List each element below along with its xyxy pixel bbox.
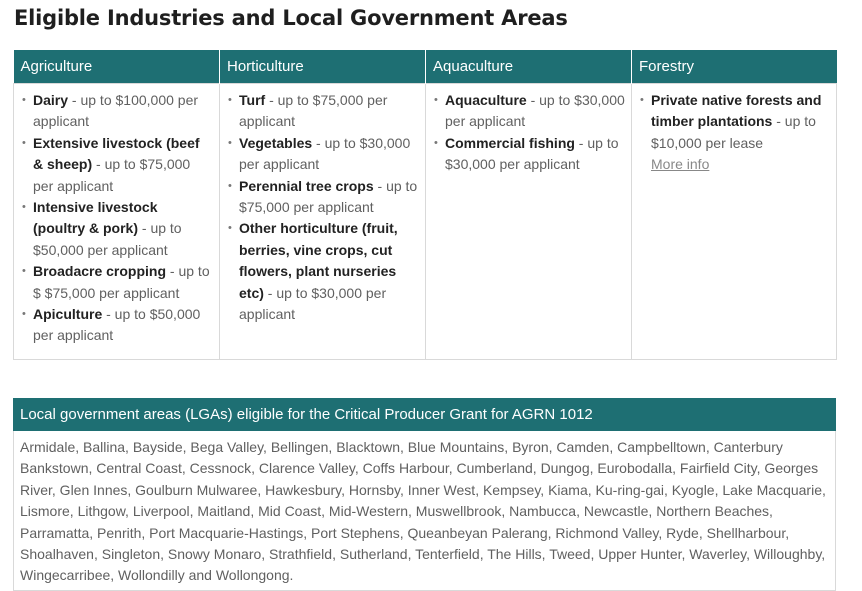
horticulture-cell: Turf - up to $75,000 per applicant Veget…	[219, 83, 426, 360]
item-name: Perennial tree crops	[239, 177, 374, 194]
list-item: Apiculture - up to $50,000 per applicant	[20, 304, 213, 347]
item-name: Dairy	[33, 92, 69, 108]
industries-table: Agriculture Horticulture Aquaculture For…	[13, 50, 837, 360]
list-item: Other horticulture (fruit, berries, vine…	[226, 218, 419, 325]
forestry-list: Private native forests and timber planta…	[638, 90, 830, 176]
lga-section-header: Local government areas (LGAs) eligible f…	[13, 398, 836, 431]
aquaculture-list: Aquaculture - up to $30,000 per applican…	[432, 90, 625, 176]
item-name: Aquaculture	[445, 92, 527, 108]
industries-header-row: Agriculture Horticulture Aquaculture For…	[13, 50, 837, 84]
item-name: Turf	[239, 92, 266, 108]
list-item: Broadacre cropping - up to $ $75,000 per…	[20, 261, 213, 304]
lga-list: Armidale, Ballina, Bayside, Bega Valley,…	[13, 431, 836, 591]
aquaculture-cell: Aquaculture - up to $30,000 per applican…	[425, 83, 632, 360]
agriculture-list: Dairy - up to $100,000 per applicant Ext…	[20, 90, 213, 347]
list-item: Perennial tree crops - up to $75,000 per…	[226, 176, 419, 219]
list-item: Turf - up to $75,000 per applicant	[226, 90, 419, 133]
horticulture-list: Turf - up to $75,000 per applicant Veget…	[226, 90, 419, 325]
item-name: Apiculture	[33, 306, 103, 323]
item-name: Vegetables	[239, 134, 313, 151]
list-item: Aquaculture - up to $30,000 per applican…	[432, 90, 625, 133]
page-title: Eligible Industries and Local Government…	[14, 6, 568, 30]
item-name: Commercial fishing	[445, 134, 575, 151]
list-item: Dairy - up to $100,000 per applicant	[20, 90, 213, 133]
header-aquaculture: Aquaculture	[425, 50, 632, 84]
header-agriculture: Agriculture	[13, 50, 220, 84]
forestry-cell: Private native forests and timber planta…	[631, 83, 837, 360]
agriculture-cell: Dairy - up to $100,000 per applicant Ext…	[13, 83, 220, 360]
list-item: Extensive livestock (beef & sheep) - up …	[20, 133, 213, 197]
header-horticulture: Horticulture	[219, 50, 426, 84]
more-info-link[interactable]: More info	[651, 156, 709, 172]
list-item: Commercial fishing - up to $30,000 per a…	[432, 133, 625, 176]
list-item: Private native forests and timber planta…	[638, 90, 830, 176]
header-forestry: Forestry	[631, 50, 837, 84]
list-item: Vegetables - up to $30,000 per applicant	[226, 133, 419, 176]
list-item: Intensive livestock (poultry & pork) - u…	[20, 197, 213, 261]
industries-body-row: Dairy - up to $100,000 per applicant Ext…	[13, 83, 837, 360]
item-name: Broadacre cropping	[33, 263, 167, 280]
